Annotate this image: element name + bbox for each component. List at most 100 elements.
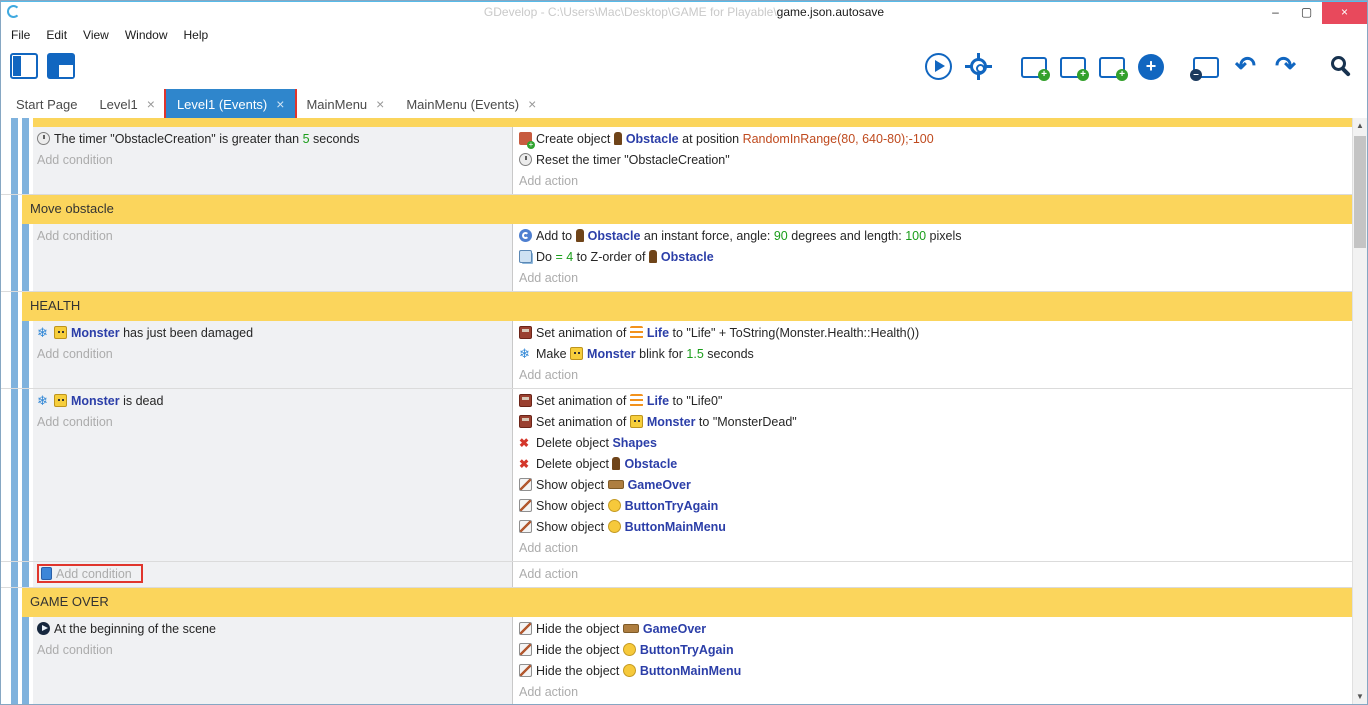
object-link[interactable]: ButtonTryAgain [640,643,734,657]
tab-close-icon[interactable]: × [376,96,384,112]
add-action-button[interactable]: Add action [519,365,1346,386]
add-action-button[interactable]: Add action [519,564,1346,585]
action-line[interactable]: Delete object Shapes [519,433,1346,454]
object-link[interactable]: Obstacle [626,132,679,146]
action-line[interactable]: Do = 4 to Z-order of Obstacle [519,247,1346,268]
action-line[interactable]: Hide the object ButtonMainMenu [519,661,1346,682]
action-line[interactable]: Hide the object GameOver [519,619,1346,640]
add-condition-button[interactable]: Add condition [37,412,508,433]
gameover-icon [608,480,624,489]
tab-close-icon[interactable]: × [147,96,155,112]
text: Delete object [536,457,612,471]
preview-icon[interactable] [925,53,952,80]
action-line[interactable]: Set animation of Life to "Life" + ToStri… [519,323,1346,344]
add-new-icon[interactable] [1138,54,1164,80]
scroll-thumb[interactable] [1354,136,1366,248]
event-group-header[interactable]: Move obstacle [22,195,1352,224]
object-link[interactable]: Shapes [612,436,656,450]
event-row: Monster is deadAdd condition Set animatio… [1,389,1352,562]
action-line[interactable]: Hide the object ButtonTryAgain [519,640,1346,661]
condition-line[interactable]: The timer "ObstacleCreation" is greater … [37,129,508,150]
add-action-button[interactable]: Add action [519,682,1346,703]
condition-line[interactable]: At the beginning of the scene [37,619,508,640]
hide-icon [519,622,532,635]
redo-icon[interactable] [1272,53,1299,80]
scroll-down-icon[interactable]: ▼ [1353,689,1367,704]
action-line[interactable]: Show object ButtonTryAgain [519,496,1346,517]
event-group-row: GAME OVER [1,588,1352,617]
menu-item-view[interactable]: View [75,28,117,42]
add-condition-button[interactable]: Add condition [37,344,508,365]
add-action-button[interactable]: Add action [519,171,1346,192]
add-action-label: Add action [519,368,578,382]
action-line[interactable]: Set animation of Monster to "MonsterDead… [519,412,1346,433]
event-group-header[interactable]: HEALTH [22,292,1352,321]
object-link[interactable]: Monster [587,347,636,361]
condition-line[interactable]: Monster has just been damaged [37,323,508,344]
force-icon [519,229,532,242]
action-line[interactable]: Create object Obstacle at position Rando… [519,129,1346,150]
object-link[interactable]: Monster [647,415,696,429]
minimize-button[interactable]: – [1260,2,1291,24]
undo-icon[interactable] [1232,53,1259,80]
text: to Z-order of [573,250,649,264]
add-condition-button[interactable]: Add condition [37,564,508,585]
menu-item-window[interactable]: Window [117,28,176,42]
tab-close-icon[interactable]: × [528,96,536,112]
object-link[interactable]: ButtonMainMenu [625,520,726,534]
vertical-scrollbar[interactable]: ▲ ▼ [1352,118,1367,704]
action-line[interactable]: Show object GameOver [519,475,1346,496]
start-page-icon[interactable] [47,53,75,79]
condition-line[interactable]: Monster is dead [37,391,508,412]
add-condition-button[interactable]: Add condition [37,226,508,247]
action-line[interactable]: Add to Obstacle an instant force, angle:… [519,226,1346,247]
remove-scene-icon[interactable] [1193,57,1219,78]
tab-mainmenu-events[interactable]: MainMenu (Events) × [395,89,547,119]
debugger-icon[interactable] [965,53,992,80]
tab-start-page[interactable]: Start Page [5,89,88,119]
tab-label: MainMenu (Events) [406,97,519,112]
menu-item-file[interactable]: File [3,28,38,42]
close-button[interactable]: × [1322,2,1367,24]
object-link[interactable]: Obstacle [624,457,677,471]
object-link[interactable]: Life [647,394,669,408]
tab-level1-events[interactable]: Level1 (Events)× [166,89,296,119]
action-line[interactable]: Show object ButtonMainMenu [519,517,1346,538]
add-action-button[interactable]: Add action [519,538,1346,559]
event-indent-bar [11,562,18,587]
object-link[interactable]: GameOver [628,478,691,492]
object-link[interactable]: ButtonMainMenu [640,664,741,678]
add-scene-icon[interactable] [1021,57,1047,78]
menu-item-help[interactable]: Help [176,28,217,42]
add-condition-button[interactable]: Add condition [37,150,508,171]
add-external-layout-icon[interactable] [1099,57,1125,78]
object-link[interactable]: Life [647,326,669,340]
tab-mainmenu[interactable]: MainMenu× [295,89,395,119]
object-link[interactable]: Obstacle [661,250,714,264]
obstacle-icon [614,132,622,145]
action-line[interactable]: Make Monster blink for 1.5 seconds [519,344,1346,365]
action-line[interactable]: Reset the timer "ObstacleCreation" [519,150,1346,171]
maximize-button[interactable]: ▢ [1291,2,1322,24]
obstacle-icon [576,229,584,242]
tab-level1[interactable]: Level1× [88,89,166,119]
scroll-up-icon[interactable]: ▲ [1353,118,1367,133]
delete-icon [519,436,532,449]
search-icon[interactable] [1328,53,1355,80]
add-external-events-icon[interactable] [1060,57,1086,78]
object-link[interactable]: Monster [71,394,120,408]
add-condition-button[interactable]: Add condition [37,640,508,661]
event-group-header[interactable]: GAME OVER [22,588,1352,617]
tab-close-icon[interactable]: × [276,96,284,112]
menu-item-edit[interactable]: Edit [38,28,75,42]
action-line[interactable]: Delete object Obstacle [519,454,1346,475]
object-link[interactable]: Monster [71,326,120,340]
object-link[interactable]: GameOver [643,622,706,636]
project-manager-icon[interactable] [10,53,38,79]
animation-icon [519,394,532,407]
object-link[interactable]: ButtonTryAgain [625,499,719,513]
add-action-button[interactable]: Add action [519,268,1346,289]
event-rows: The timer "ObstacleCreation" is greater … [1,118,1352,704]
object-link[interactable]: Obstacle [588,229,641,243]
action-line[interactable]: Set animation of Life to "Life0" [519,391,1346,412]
